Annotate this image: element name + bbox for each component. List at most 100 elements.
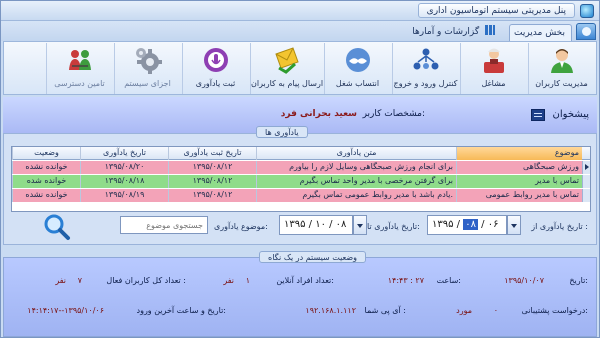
ip-value: ۱۹۲.۱۶۸.۱.۱۱۲ [305,306,356,315]
cell-status[interactable]: خوانده نشده [12,161,80,174]
window-title: پنل مدیریتی سیستم اتوماسیون اداری [417,3,575,18]
ip-label: آی پی شما : [364,306,406,315]
support-requests-label: درخواست پشتیبانی: [521,306,588,315]
reminder-label: ثبت یادآوری [195,79,236,88]
cell-date[interactable]: ۱۳۹۵/۰۸/۱۹ [80,189,168,202]
ribbon-tabs: بخش مدیریت گزارشات و آمارها [1,21,599,41]
user-name: سعید بحرانی فرد [280,109,357,119]
active-users-unit: نفر [55,276,66,285]
reminders-group-title: یادآوری ها [256,126,308,138]
cell-status[interactable]: خوانده نشده [12,189,80,202]
from-date-month: ۰۸ [463,219,478,230]
online-users-unit: نفر [223,276,234,285]
table-row[interactable]: ورزش صبحگاهی برای انجام ورزش صبحگاهی وسا… [12,161,590,174]
cell-topic[interactable]: تماس با مدیر [456,175,582,188]
app-menu-button[interactable] [576,23,596,40]
bar-chart-icon [485,25,495,35]
cell-text[interactable]: برای انجام ورزش صبحگاهی وسایل لازم را بی… [256,161,456,174]
search-icon[interactable] [43,213,71,241]
entry-exit-control-button[interactable]: کنترل ورود و خروج [392,43,458,94]
active-users-value: ۷ [77,276,82,285]
time-value: ۱۴:۴۳ : ۲۷ [387,276,424,285]
cell-date[interactable]: ۱۳۹۵/۰۸/۱۸ [80,175,168,188]
from-date-day: / ۰۶ [481,219,499,230]
jobs-icon [483,48,504,73]
active-users-label: تعداد کل کاربران فعال : [106,276,186,285]
support-requests-value: ۰ [493,306,498,315]
app-logo-icon[interactable] [580,4,594,18]
current-row-arrow-icon [585,164,589,170]
last-login-label: تاریخ و ساعت آخرین ورود: [136,306,226,315]
table-row[interactable]: تماس با مدیر برای گرفتن مرخصی با مدیر وا… [12,175,590,188]
cell-topic[interactable]: تماس با مدیر روابط عمومی [456,189,582,202]
job-assignment-label: انتساب شغل [335,79,380,88]
title-bar: پنل مدیریتی سیستم اتوماسیون اداری [1,1,599,21]
from-date-dropdown-button[interactable] [507,215,521,235]
cell-status[interactable]: خوانده شده [12,175,80,188]
from-date-label: تاریخ یادآوری از : [531,222,588,231]
column-header-created[interactable]: تاریخ ثبت یادآوری [168,147,256,160]
cell-date[interactable]: ۱۳۹۵/۰۸/۲۰ [80,161,168,174]
topic-search-input[interactable] [120,216,208,234]
users-management-label: مدیریت کاربران [535,79,588,88]
send-message-icon [274,47,299,74]
reminder-button[interactable]: ثبت یادآوری [182,43,248,94]
job-assignment-icon [345,48,370,72]
from-date-input[interactable]: ۱۳۹۵ / ۰۸ / ۰۶ [427,215,507,235]
system-status-panel: تاریخ: ۱۳۹۵/۱۰/۰۷ ساعت: ۱۴:۴۳ : ۲۷ تعداد… [3,257,597,337]
cell-text[interactable]: یادم باشد با مدیر روابط عمومی تماس بگیرم… [256,189,456,202]
last-login-value: ۱۴:۱۴:۱۷--۱۳۹۵/۱۰/۰۶ [27,306,104,315]
cell-topic[interactable]: ورزش صبحگاهی [456,161,582,174]
access-provision-icon [68,50,91,70]
user-info-caption: مشخصات کاربر: [362,109,425,119]
cell-text[interactable]: برای گرفتن مرخصی با مدیر واحد تماس بگیرم [256,175,456,188]
tab-management[interactable]: بخش مدیریت [508,24,572,41]
table-header: موضوع متن یادآوری تاریخ ثبت یادآوری تاری… [12,147,590,160]
jobs-button[interactable]: مشاغل [460,43,526,94]
ribbon-toolbar: مدیریت کاربران مشاغل کنترل ورود و خروج ا… [3,41,597,95]
row-indicator [582,161,590,174]
main-window: پنل مدیریتی سیستم اتوماسیون اداری بخش مد… [0,0,600,338]
tab-reports-label: گزارشات و آمارها [412,27,480,37]
column-header-date[interactable]: تاریخ یادآوری [80,147,168,160]
cell-created[interactable]: ۱۳۹۵/۰۸/۱۲ [168,175,256,188]
table-row[interactable]: تماس با مدیر روابط عمومی یادم باشد با مد… [12,189,590,202]
entry-exit-control-icon [413,48,438,70]
online-users-value: ۱ [245,276,250,285]
status-group-title: وضعیت سیستم در یک نگاه [259,251,367,263]
row-indicator [582,175,590,188]
to-date-dropdown-button[interactable] [353,215,367,235]
job-assignment-button[interactable]: انتساب شغل [324,43,390,94]
users-management-button[interactable]: مدیریت کاربران [528,43,594,94]
column-header-status[interactable]: وضعیت [12,147,80,160]
users-management-icon [550,49,573,73]
inbox-icon[interactable] [531,109,545,121]
cell-created[interactable]: ۱۳۹۵/۰۸/۱۲ [168,189,256,202]
date-label: تاریخ: [569,276,588,285]
to-date-label: تاریخ یادآوری تا: [367,222,420,231]
tab-reports[interactable]: گزارشات و آمارها [408,24,501,41]
support-requests-unit: مورد [456,306,472,315]
system-components-label: اجزای سیستم [124,79,171,88]
to-date-input[interactable]: ۱۳۹۵ / ۱۰ / ۰۸ [279,215,353,235]
jobs-label: مشاغل [481,79,506,88]
system-components-button[interactable]: اجزای سیستم [114,43,180,94]
send-message-button[interactable]: ارسال پیام به کاربران [250,43,324,94]
access-provision-button[interactable]: تامین دسترسی [46,43,112,94]
send-message-label: ارسال پیام به کاربران [251,79,324,88]
date-value: ۱۳۹۵/۱۰/۰۷ [504,276,544,285]
online-users-label: تعداد افراد آنلاین: [276,276,334,285]
entry-exit-control-label: کنترل ورود و خروج [393,79,458,88]
reminder-icon [203,48,228,72]
from-date-year: ۱۳۹۵ / [432,219,461,230]
access-provision-label: تامین دسترسی [54,79,105,88]
column-header-text[interactable]: متن یادآوری [256,147,456,160]
row-indicator [582,189,590,202]
cell-created[interactable]: ۱۳۹۵/۰۸/۱۲ [168,161,256,174]
reminders-table[interactable]: موضوع متن یادآوری تاریخ ثبت یادآوری تاری… [11,146,591,212]
topic-filter-label: موضوع یادآوری: [214,222,268,231]
tab-management-label: بخش مدیریت [513,28,565,38]
time-label: ساعت: [436,276,461,285]
column-header-topic[interactable]: موضوع [456,147,582,160]
gear-icon [135,48,162,74]
